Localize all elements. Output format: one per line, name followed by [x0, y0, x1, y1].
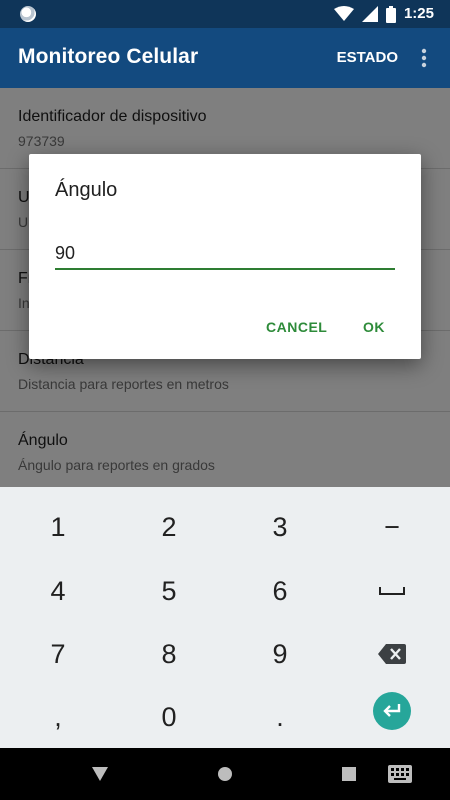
key-minus[interactable]: −: [336, 495, 448, 559]
backspace-icon: [378, 644, 406, 664]
angle-dialog: Ángulo CANCEL OK: [29, 154, 421, 359]
backspace-key[interactable]: [336, 622, 448, 686]
cancel-button[interactable]: CANCEL: [266, 319, 327, 335]
back-icon: [92, 767, 108, 781]
recents-icon: [342, 767, 356, 781]
signal-icon: [361, 6, 378, 22]
angle-input[interactable]: [55, 234, 395, 270]
keyboard-switch-icon: [388, 765, 412, 783]
key-period[interactable]: .: [224, 685, 336, 749]
space-icon: [379, 587, 405, 595]
key-9[interactable]: 9: [224, 622, 336, 686]
key-2[interactable]: 2: [113, 495, 225, 559]
space-key[interactable]: [336, 559, 448, 623]
key-7[interactable]: 7: [2, 622, 114, 686]
notification-icon: [20, 6, 36, 22]
system-icons: 1:25: [333, 4, 434, 24]
app-bar: Monitoreo Celular ESTADO: [0, 28, 450, 88]
navigation-bar: [0, 748, 450, 800]
clock: 1:25: [403, 5, 434, 22]
status-bar: 1:25: [0, 0, 450, 28]
battery-icon: [385, 5, 396, 23]
key-8[interactable]: 8: [113, 622, 225, 686]
key-comma[interactable]: ,: [2, 685, 114, 749]
estado-button[interactable]: ESTADO: [337, 49, 398, 66]
key-4[interactable]: 4: [2, 559, 114, 623]
dialog-title: Ángulo: [55, 179, 118, 201]
wifi-icon: [333, 6, 354, 21]
keyboard-switch-button[interactable]: [388, 762, 412, 786]
ok-button[interactable]: OK: [363, 319, 385, 335]
more-vert-icon[interactable]: [412, 46, 436, 70]
enter-icon: [383, 704, 401, 717]
key-5[interactable]: 5: [113, 559, 225, 623]
home-icon: [218, 767, 232, 781]
home-button[interactable]: [213, 762, 237, 786]
key-1[interactable]: 1: [2, 495, 114, 559]
back-button[interactable]: [88, 762, 112, 786]
app-title: Monitoreo Celular: [18, 45, 199, 68]
numeric-keyboard: 1 2 3 − 4 5 6 7 8 9 , 0 .: [0, 487, 450, 748]
recents-button[interactable]: [337, 762, 361, 786]
key-0[interactable]: 0: [113, 685, 225, 749]
key-3[interactable]: 3: [224, 495, 336, 559]
enter-key[interactable]: [373, 692, 411, 730]
key-6[interactable]: 6: [224, 559, 336, 623]
